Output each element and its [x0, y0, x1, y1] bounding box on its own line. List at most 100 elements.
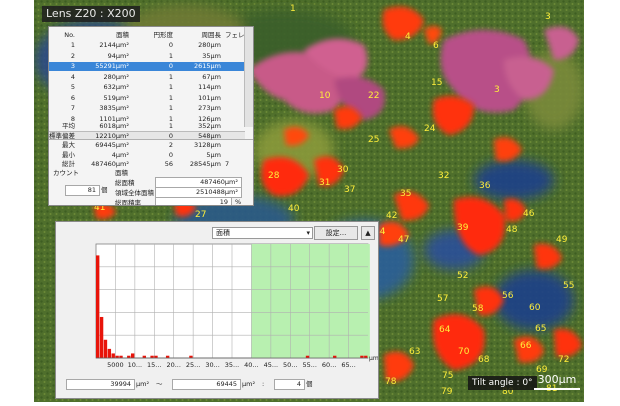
stats-cell-perim: 548μm: [198, 131, 221, 140]
stats-cell-perim: 3128μm: [193, 141, 221, 149]
table-cell-area: 2144μm²: [99, 41, 129, 49]
particle-label: 65: [535, 324, 547, 334]
header-area[interactable]: 面積: [75, 31, 129, 40]
area-ratio-field: 19: [155, 197, 232, 205]
table-cell-circ: 1: [168, 104, 173, 112]
lens-label: Lens Z20 : X200: [42, 6, 140, 22]
results-table-panel: No. 面積 円形度 周囲長 フェレ 1 2144μm² 0 280μm 2 94μm² 1…: [48, 26, 254, 206]
x-tick-label: 45...: [264, 361, 278, 369]
particle-label: 47: [398, 235, 410, 245]
particle-label: 55: [563, 281, 575, 291]
scale-bar: [534, 388, 580, 390]
particle-label: 27: [195, 210, 207, 220]
particle-label: 58: [472, 304, 484, 314]
stats-cell-label: 標準偏差: [49, 131, 75, 140]
table-cell-no: 7: [70, 104, 75, 112]
area-ratio-unit: %: [235, 198, 242, 206]
table-cell-area: 94μm²: [107, 51, 129, 60]
particle-label: 56: [502, 291, 514, 301]
range-from-unit: μm²: [136, 380, 150, 388]
range-tilde: ～: [156, 380, 163, 388]
header-no[interactable]: No.: [49, 31, 75, 40]
header-circularity[interactable]: 円形度: [129, 31, 174, 40]
particle-label: 75: [442, 371, 454, 381]
particle-label: 32: [438, 171, 450, 181]
particle-label: 57: [437, 294, 449, 304]
table-cell-area: 280μm²: [103, 72, 129, 81]
x-tick-label: 20...: [166, 361, 180, 369]
table-row[interactable]: 6 519μm² 1 101μm: [49, 94, 245, 103]
particle-label: 68: [478, 355, 490, 365]
range-to-unit: μm²: [242, 380, 256, 388]
table-cell-circ: 1: [168, 93, 173, 102]
x-tick-label: 65...: [341, 361, 355, 369]
histogram-chart[interactable]: 5000 10... 15... 20... 25... 30... 35... 40... 4…: [56, 222, 378, 398]
x-tick-label: 55...: [302, 361, 316, 369]
table-cell-area: 3835μm²: [99, 104, 129, 112]
particle-label: 3: [494, 85, 500, 95]
x-tick-label: 15...: [147, 361, 161, 369]
range-count-field: 4: [274, 379, 305, 390]
particle-label: 3: [545, 12, 551, 22]
particle-label: 49: [556, 235, 568, 245]
table-cell-circ: 1: [168, 51, 173, 60]
range-to-field[interactable]: 69445: [172, 379, 241, 390]
particle-label: 24: [424, 124, 436, 134]
x-tick-label: 40...: [244, 361, 258, 369]
particle-label: 70: [458, 347, 470, 357]
table-row[interactable]: 4 280μm² 1 67μm: [49, 73, 245, 82]
range-colon: :: [262, 380, 265, 388]
table-cell-perim: 114μm: [198, 83, 221, 91]
table-cell-perim: 273μm: [198, 104, 221, 112]
histogram-panel: 面積 ▾ 設定... ▲ 5000 10... 15... 20... 25... 30.…: [55, 221, 379, 399]
table-row[interactable]: 3 55291μm² 0 2615μm: [49, 62, 245, 71]
header-perimeter[interactable]: 周囲長: [173, 31, 222, 40]
area-section: 面積 総面積 487460μm² 領域全体面積 2510488μm² 総面積率 …: [111, 167, 251, 205]
particle-label: 78: [385, 377, 397, 387]
particle-label: 79: [441, 387, 453, 397]
particle-label: 37: [344, 185, 356, 195]
particle-label: 15: [431, 78, 443, 88]
screen: 1 3 4 6 15 3 10 22 24 25 30 28 32 31 36 37 35 40 41 27 46 42 3…: [0, 0, 620, 406]
x-tick-label: 30...: [205, 361, 219, 369]
table-vertical-scrollbar[interactable]: [244, 27, 253, 127]
stats-row: 最小 4μm² 0 5μm: [49, 151, 245, 160]
table-cell-area: 55291μm²: [95, 62, 129, 70]
stats-cell-area: 4μm²: [111, 150, 129, 159]
x-tick-label: 25...: [186, 361, 200, 369]
stats-cell-area: 69445μm²: [95, 141, 129, 149]
particle-label: 42: [386, 211, 398, 221]
stats-cell-perim: 5μm: [206, 150, 221, 159]
particle-label: 6: [433, 41, 439, 51]
particle-label: 31: [319, 178, 331, 188]
x-tick-label: 10...: [128, 361, 142, 369]
range-from-field[interactable]: 39994: [66, 379, 135, 390]
stats-row: 標準偏差 12210μm² 0 548μm: [49, 132, 245, 141]
particle-label: 48: [506, 225, 518, 235]
table-cell-perim: 2615μm: [193, 62, 221, 70]
particle-label: 35: [400, 189, 412, 199]
table-row[interactable]: 7 3835μm² 1 273μm: [49, 104, 245, 113]
stats-cell-circ: 0: [168, 131, 173, 140]
table-cell-no: 5: [70, 83, 75, 91]
table-cell-circ: 0: [168, 41, 173, 49]
count-section: カウント 81 個: [51, 167, 111, 203]
stats-cell-circ: 1: [168, 122, 173, 130]
table-cell-no: 3: [70, 62, 75, 70]
particle-label: 63: [409, 347, 421, 357]
table-cell-area: 519μm²: [103, 93, 129, 102]
table-cell-no: 2: [70, 51, 75, 60]
x-tick-label: 35...: [225, 361, 239, 369]
table-row[interactable]: 5 632μm² 1 114μm: [49, 83, 245, 92]
particle-label: 64: [439, 325, 451, 335]
table-cell-no: 6: [70, 93, 75, 102]
table-cell-no: 4: [70, 72, 75, 81]
count-label: カウント: [53, 169, 79, 177]
selected-range-highlight[interactable]: [251, 244, 370, 358]
table-row[interactable]: 1 2144μm² 0 280μm: [49, 41, 245, 50]
stats-cell-circ: 0: [168, 150, 173, 159]
particle-label: 52: [457, 271, 469, 281]
table-row[interactable]: 2 94μm² 1 35μm: [49, 52, 245, 61]
table-cell-perim: 280μm: [198, 41, 221, 49]
stats-cell-label: 最小: [62, 150, 75, 159]
